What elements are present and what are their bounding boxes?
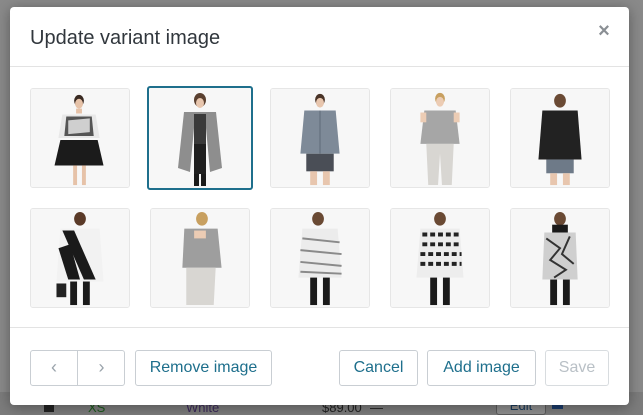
model-image-9 bbox=[391, 209, 489, 307]
model-image-3 bbox=[271, 89, 369, 187]
previous-page-button[interactable]: ‹ bbox=[31, 351, 78, 385]
modal-title: Update variant image bbox=[30, 27, 221, 49]
product-image-2[interactable] bbox=[147, 86, 253, 190]
close-icon[interactable]: × bbox=[595, 21, 613, 41]
modal-footer: ‹ › Remove image Cancel Add image Save bbox=[10, 327, 629, 405]
model-image-8 bbox=[271, 209, 369, 307]
model-image-4 bbox=[391, 89, 489, 187]
product-image-7[interactable] bbox=[150, 208, 250, 308]
model-image-5 bbox=[511, 89, 609, 187]
product-image-9[interactable] bbox=[390, 208, 490, 308]
product-image-10[interactable] bbox=[510, 208, 610, 308]
product-image-4[interactable] bbox=[390, 88, 490, 188]
product-image-8[interactable] bbox=[270, 208, 370, 308]
modal-header: Update variant image × bbox=[10, 7, 629, 67]
update-variant-image-modal: Update variant image × ‹ › Remove image … bbox=[10, 7, 629, 405]
remove-image-button[interactable]: Remove image bbox=[135, 350, 272, 386]
add-image-button[interactable]: Add image bbox=[427, 350, 536, 386]
model-image-7 bbox=[151, 209, 249, 307]
save-button[interactable]: Save bbox=[545, 350, 609, 386]
product-image-5[interactable] bbox=[510, 88, 610, 188]
next-page-button[interactable]: › bbox=[78, 351, 125, 385]
product-image-6[interactable] bbox=[30, 208, 130, 308]
image-pager: ‹ › bbox=[30, 350, 125, 386]
model-image-2 bbox=[150, 88, 250, 188]
model-image-1 bbox=[31, 89, 129, 187]
cancel-button[interactable]: Cancel bbox=[339, 350, 418, 386]
model-image-6 bbox=[31, 209, 129, 307]
model-image-10 bbox=[511, 209, 609, 307]
product-image-3[interactable] bbox=[270, 88, 370, 188]
product-image-1[interactable] bbox=[30, 88, 130, 188]
